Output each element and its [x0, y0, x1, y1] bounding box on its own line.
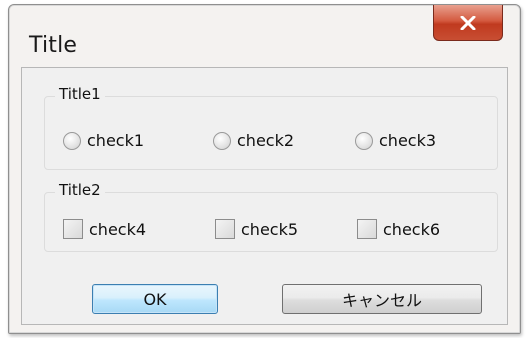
radio-check2[interactable]: check2 [213, 131, 294, 150]
checkbox-check4[interactable]: check4 [63, 219, 146, 239]
checkbox-check6-label: check6 [383, 219, 441, 239]
radio-button-icon[interactable] [213, 131, 231, 150]
checkbox-icon[interactable] [215, 219, 235, 239]
radio-check1-label: check1 [87, 131, 145, 150]
title-bar: Title [9, 5, 520, 67]
radio-button-icon[interactable] [63, 131, 81, 150]
checkbox-icon[interactable] [357, 219, 377, 239]
close-icon [460, 15, 476, 30]
radio-check3-label: check3 [379, 131, 437, 150]
groupbox-title1: Title1 check1 check2 check3 [44, 85, 498, 170]
groupbox-title1-legend: Title1 [55, 85, 105, 103]
dialog-body: Title1 check1 check2 check3 Title2 check… [21, 67, 508, 325]
radio-check1[interactable]: check1 [63, 131, 144, 150]
checkbox-check5[interactable]: check5 [215, 219, 298, 239]
radio-check3[interactable]: check3 [355, 131, 436, 150]
ok-button[interactable]: OK [92, 284, 218, 314]
checkbox-check4-label: check4 [89, 219, 147, 239]
dialog-window: Title Title1 check1 check2 check3 Title2… [8, 4, 521, 334]
groupbox-title2-legend: Title2 [55, 181, 105, 199]
cancel-button[interactable]: キャンセル [282, 284, 482, 314]
close-button[interactable] [433, 5, 503, 41]
checkbox-check6[interactable]: check6 [357, 219, 440, 239]
window-title: Title [29, 33, 78, 58]
checkbox-check5-label: check5 [241, 219, 299, 239]
radio-check2-label: check2 [237, 131, 295, 150]
groupbox-title2: Title2 check4 check5 check6 [44, 181, 498, 252]
checkbox-icon[interactable] [63, 219, 83, 239]
radio-button-icon[interactable] [355, 131, 373, 150]
